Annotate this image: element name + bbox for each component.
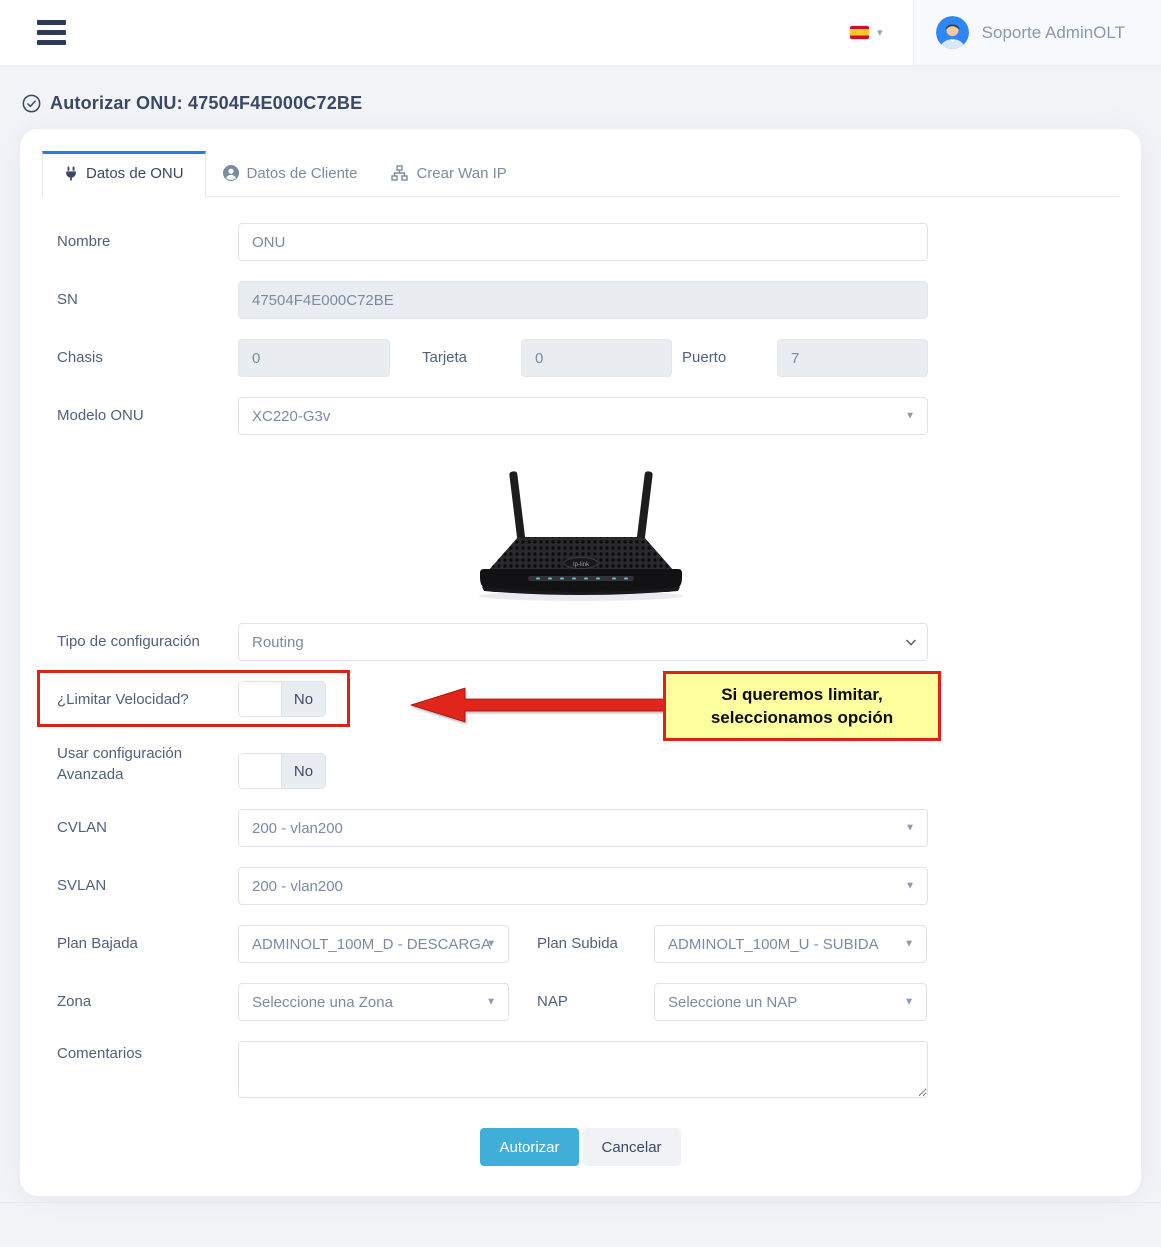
cancelar-button[interactable]: Cancelar bbox=[583, 1128, 681, 1166]
onu-form-card: Datos de ONU Datos de Cliente Crear Wan … bbox=[20, 129, 1141, 1196]
row-cvlan: CVLAN 200 - vlan200 ▼ bbox=[42, 809, 1119, 847]
language-selector[interactable]: ▾ bbox=[820, 0, 913, 65]
modelo-onu-value: XC220-G3v bbox=[252, 408, 330, 425]
row-planes: Plan Bajada ADMINOLT_100M_D - DESCARGA ▼… bbox=[42, 925, 1119, 963]
user-name: Soporte AdminOLT bbox=[982, 23, 1125, 43]
tipo-configuracion-value: Routing bbox=[252, 634, 304, 651]
tab-label: Datos de Cliente bbox=[247, 165, 358, 182]
sn-input bbox=[238, 281, 928, 319]
caret-down-icon: ▼ bbox=[905, 411, 915, 422]
tab-label: Datos de ONU bbox=[86, 165, 184, 182]
cvlan-value: 200 - vlan200 bbox=[252, 820, 343, 837]
menu-toggle-button[interactable] bbox=[33, 14, 70, 51]
zona-select[interactable]: Seleccione una Zona ▼ bbox=[238, 983, 509, 1021]
nap-select[interactable]: Seleccione un NAP ▼ bbox=[654, 983, 927, 1021]
row-zona-nap: Zona Seleccione una Zona ▼ NAP Seleccion… bbox=[42, 983, 1119, 1021]
plug-icon bbox=[64, 166, 78, 181]
row-sn: SN bbox=[42, 281, 1119, 319]
autorizar-button[interactable]: Autorizar bbox=[480, 1128, 578, 1166]
plan-bajada-select[interactable]: ADMINOLT_100M_D - DESCARGA ▼ bbox=[238, 925, 509, 963]
annotation-arrow-icon bbox=[408, 685, 670, 725]
tab-datos-de-cliente[interactable]: Datos de Cliente bbox=[206, 151, 375, 196]
configuracion-avanzada-label: Usar configuración Avanzada bbox=[57, 741, 238, 785]
annotation-callout: Si queremos limitar, seleccionamos opció… bbox=[663, 671, 941, 741]
caret-down-icon: ▼ bbox=[905, 881, 915, 892]
zona-value: Seleccione una Zona bbox=[252, 994, 393, 1011]
row-chasis: Chasis Tarjeta Puerto bbox=[42, 339, 1119, 377]
tarjeta-input bbox=[521, 339, 672, 377]
limitar-velocidad-toggle[interactable]: No bbox=[238, 681, 326, 717]
limitar-velocidad-label: ¿Limitar Velocidad? bbox=[57, 681, 238, 708]
caret-down-icon: ▼ bbox=[905, 823, 915, 834]
plan-bajada-label: Plan Bajada bbox=[57, 925, 238, 952]
tab-datos-de-onu[interactable]: Datos de ONU bbox=[42, 151, 206, 197]
chevron-down-icon: ▾ bbox=[877, 26, 883, 39]
navbar-right: ▾ Soporte AdminOLT bbox=[820, 0, 1161, 65]
network-icon bbox=[391, 165, 408, 181]
user-menu[interactable]: Soporte AdminOLT bbox=[913, 0, 1161, 65]
svg-text:tp-link: tp-link bbox=[572, 562, 589, 568]
configuracion-avanzada-toggle[interactable]: No bbox=[238, 753, 326, 789]
page-title: Autorizar ONU: 47504F4E000C72BE bbox=[50, 93, 362, 114]
chasis-input bbox=[238, 339, 390, 377]
comentarios-label: Comentarios bbox=[57, 1041, 238, 1062]
caret-down-icon: ▼ bbox=[486, 997, 496, 1008]
tab-crear-wan-ip[interactable]: Crear Wan IP bbox=[374, 151, 523, 196]
cvlan-label: CVLAN bbox=[57, 809, 238, 836]
hamburger-icon bbox=[37, 20, 66, 45]
form-actions: Autorizar Cancelar bbox=[42, 1128, 1119, 1166]
nap-value: Seleccione un NAP bbox=[668, 994, 797, 1011]
row-modelo-onu: Modelo ONU XC220-G3v ▼ bbox=[42, 397, 1119, 435]
caret-down-icon: ▼ bbox=[904, 997, 914, 1008]
toggle-knob bbox=[239, 682, 282, 716]
callout-line2: seleccionamos opción bbox=[670, 706, 934, 729]
nap-label: NAP bbox=[537, 983, 654, 1010]
plan-subida-label: Plan Subida bbox=[537, 925, 654, 952]
toggle-state-label: No bbox=[282, 682, 325, 716]
row-tipo-configuracion: Tipo de configuración Routing bbox=[42, 623, 1119, 661]
puerto-label: Puerto bbox=[682, 339, 777, 366]
row-nombre: Nombre bbox=[42, 223, 1119, 261]
toggle-knob bbox=[239, 754, 282, 788]
caret-down-icon: ▼ bbox=[904, 939, 914, 950]
puerto-input bbox=[777, 339, 928, 377]
page-bottom-divider bbox=[0, 1202, 1161, 1214]
svlan-select[interactable]: 200 - vlan200 ▼ bbox=[238, 867, 928, 905]
sn-label: SN bbox=[57, 281, 238, 308]
page-title-row: Autorizar ONU: 47504F4E000C72BE bbox=[22, 93, 1161, 114]
row-comentarios: Comentarios bbox=[42, 1041, 1119, 1102]
zona-label: Zona bbox=[57, 983, 238, 1010]
navbar-left bbox=[0, 0, 70, 65]
top-navbar: ▾ Soporte AdminOLT bbox=[0, 0, 1161, 65]
plan-subida-value: ADMINOLT_100M_U - SUBIDA bbox=[668, 936, 879, 953]
caret-down-icon: ▼ bbox=[486, 939, 496, 950]
modelo-onu-select[interactable]: XC220-G3v ▼ bbox=[238, 397, 928, 435]
nombre-input[interactable] bbox=[238, 223, 928, 261]
row-limitar-velocidad: ¿Limitar Velocidad? No Si queremos limit… bbox=[42, 681, 1119, 717]
row-configuracion-avanzada: Usar configuración Avanzada No bbox=[42, 741, 1119, 789]
cvlan-select[interactable]: 200 - vlan200 ▼ bbox=[238, 809, 928, 847]
chevron-down-icon bbox=[905, 634, 917, 651]
comentarios-textarea[interactable] bbox=[238, 1041, 928, 1098]
tarjeta-label: Tarjeta bbox=[422, 339, 521, 366]
nombre-label: Nombre bbox=[57, 223, 238, 250]
person-circle-icon bbox=[223, 165, 239, 181]
avatar bbox=[936, 16, 969, 49]
tab-bar: Datos de ONU Datos de Cliente Crear Wan … bbox=[42, 151, 1119, 197]
plan-subida-select[interactable]: ADMINOLT_100M_U - SUBIDA ▼ bbox=[654, 925, 927, 963]
tab-label: Crear Wan IP bbox=[416, 165, 506, 182]
tipo-configuracion-label: Tipo de configuración bbox=[57, 623, 238, 650]
tipo-configuracion-select[interactable]: Routing bbox=[238, 623, 928, 661]
spain-flag-icon bbox=[850, 26, 869, 39]
svlan-label: SVLAN bbox=[57, 867, 238, 894]
toggle-state-label: No bbox=[282, 754, 325, 788]
modelo-onu-label: Modelo ONU bbox=[57, 397, 238, 424]
callout-line1: Si queremos limitar, bbox=[670, 683, 934, 706]
svlan-value: 200 - vlan200 bbox=[252, 878, 343, 895]
plan-bajada-value: ADMINOLT_100M_D - DESCARGA bbox=[252, 936, 491, 953]
row-svlan: SVLAN 200 - vlan200 ▼ bbox=[42, 867, 1119, 905]
check-circle-icon bbox=[22, 94, 41, 113]
chasis-label: Chasis bbox=[57, 339, 238, 366]
onu-device-image: tp-link bbox=[42, 455, 1119, 605]
